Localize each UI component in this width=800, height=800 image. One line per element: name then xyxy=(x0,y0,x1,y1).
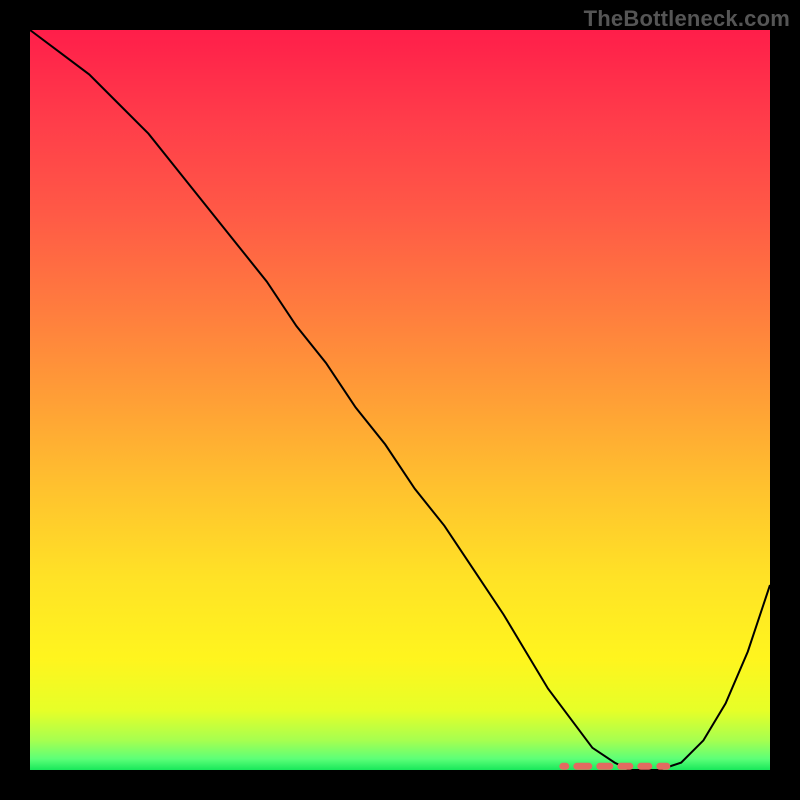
watermark-label: TheBottleneck.com xyxy=(584,6,790,32)
chart-stage: TheBottleneck.com xyxy=(0,0,800,800)
bottleneck-chart xyxy=(0,0,800,800)
plot-background xyxy=(30,30,770,770)
